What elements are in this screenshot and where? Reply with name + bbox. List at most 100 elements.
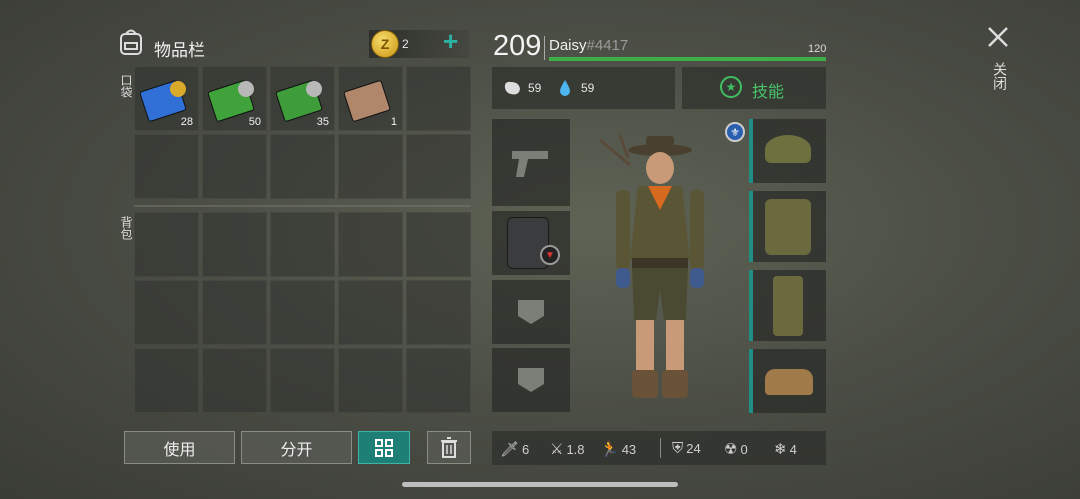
backpack-slot[interactable]	[270, 280, 335, 345]
move-speed-value: 43	[621, 441, 637, 457]
pocket-icon	[518, 300, 544, 324]
name-divider	[544, 36, 545, 60]
pistol-icon	[512, 151, 548, 177]
camo-pants-icon	[773, 276, 803, 336]
pocket-slot-3[interactable]: 35	[270, 66, 335, 131]
add-coins-button[interactable]: +	[443, 26, 458, 57]
slot-indicator	[749, 349, 753, 413]
pocket-slot-7[interactable]	[202, 134, 267, 199]
player-tag: #4417	[586, 37, 629, 54]
backpack-slot[interactable]	[406, 348, 471, 413]
item-quantity: 1	[390, 116, 397, 128]
weapon-slot[interactable]	[492, 119, 570, 206]
camo-hat-icon	[765, 135, 811, 163]
attack-speed-value: 1.8	[566, 441, 585, 457]
running-icon: 🏃	[600, 441, 619, 458]
player-name: Daisy	[549, 37, 587, 54]
coin-counter: Z 2 +	[369, 26, 469, 58]
section-divider	[134, 205, 471, 207]
backpack-label: 背包	[119, 216, 133, 240]
armor-stat: ⛨ 24	[672, 440, 701, 457]
trash-icon	[441, 436, 457, 458]
coin-icon	[306, 81, 322, 97]
coin-icon	[238, 81, 254, 97]
character-model	[590, 130, 730, 410]
backpack-slot[interactable]	[134, 212, 199, 277]
player-level: 209	[493, 30, 542, 62]
radiation-icon: ☢	[724, 441, 738, 458]
item-quantity: 35	[316, 116, 329, 128]
snowflake-icon: ❄	[774, 441, 787, 458]
pocket-slot-5[interactable]	[406, 66, 471, 131]
grid-icon	[375, 438, 393, 457]
radiation-stat: ☢ 0	[724, 440, 748, 458]
camo-vest-icon	[765, 199, 811, 255]
survival-panel: 59 59	[492, 67, 675, 109]
attack-speed-stat: ⚔ 1.8	[550, 440, 585, 458]
pocket-slot-2[interactable]: 50	[202, 66, 267, 131]
brown-card-icon	[343, 79, 391, 123]
skills-label: 技能	[752, 84, 785, 101]
slot-indicator	[749, 191, 753, 262]
backpack-slot[interactable]	[406, 212, 471, 277]
player-name-block: Daisy#4417	[549, 37, 628, 54]
cold-stat: ❄ 4	[774, 440, 797, 458]
close-button[interactable]: 关闭	[982, 22, 1014, 102]
feet-slot[interactable]	[749, 349, 826, 413]
stats-bar: 🗡 6 ⚔ 1.8 🏃 43 ⛨ 24 ☢ 0 ❄ 4	[492, 431, 826, 465]
head-slot[interactable]	[749, 119, 826, 183]
inventory-title: 物品栏	[154, 41, 205, 60]
backpack-slot[interactable]	[338, 212, 403, 277]
split-button[interactable]: 分开	[241, 431, 352, 464]
pocket-slot-10[interactable]	[406, 134, 471, 199]
pocket-slot-4[interactable]: 1	[338, 66, 403, 131]
close-label: 关闭	[992, 62, 1008, 90]
backpack-slot[interactable]	[202, 348, 267, 413]
backpack-slot[interactable]	[338, 348, 403, 413]
slot-indicator	[749, 270, 753, 341]
pocket-slot-1[interactable]: 28	[134, 66, 199, 131]
xp-max: 120	[808, 43, 827, 55]
stats-divider	[660, 438, 661, 458]
item-quantity: 50	[248, 116, 261, 128]
backpack-slot[interactable]	[270, 212, 335, 277]
water-drop-icon	[560, 80, 570, 96]
item-quantity: 28	[180, 116, 193, 128]
coin-icon	[170, 81, 186, 97]
home-indicator[interactable]	[402, 482, 678, 487]
slot-indicator	[749, 119, 753, 183]
fleur-de-lis-badge-icon: ⚜	[725, 122, 745, 142]
pocket-slot-6[interactable]	[134, 134, 199, 199]
boots-icon	[765, 369, 813, 395]
sort-button[interactable]	[358, 431, 410, 464]
pocket-slot-equip-1[interactable]	[492, 280, 570, 344]
coin-amount: 2	[402, 37, 409, 51]
shield-icon: ⛨	[672, 440, 684, 457]
knife-icon: 🗡	[500, 441, 520, 458]
backpack-slot[interactable]	[202, 280, 267, 345]
backpack-slot[interactable]	[270, 348, 335, 413]
pocket-slot-9[interactable]	[338, 134, 403, 199]
backpack-icon	[117, 26, 145, 56]
water-value: 59	[581, 81, 595, 95]
radiation-value: 0	[740, 441, 748, 457]
backpack-slot-equip[interactable]: ▼	[492, 211, 570, 275]
pocket-slot-8[interactable]	[270, 134, 335, 199]
delete-button[interactable]	[427, 431, 471, 464]
backpack-slot[interactable]	[338, 280, 403, 345]
clan-badge-icon: ▼	[540, 245, 560, 265]
cold-value: 4	[789, 441, 797, 457]
backpack-slot[interactable]	[134, 348, 199, 413]
legs-slot[interactable]	[749, 270, 826, 341]
stomach-icon	[504, 81, 520, 95]
backpack-slot[interactable]	[406, 280, 471, 345]
pocket-slot-equip-2[interactable]	[492, 348, 570, 412]
close-icon	[988, 27, 1008, 47]
melee-stat: 🗡 6	[500, 440, 529, 458]
backpack-slot[interactable]	[134, 280, 199, 345]
body-slot[interactable]	[749, 191, 826, 262]
use-button[interactable]: 使用	[124, 431, 235, 464]
skills-button[interactable]: ★ 技能	[682, 67, 826, 109]
armor-value: 24	[686, 441, 701, 456]
backpack-slot[interactable]	[202, 212, 267, 277]
